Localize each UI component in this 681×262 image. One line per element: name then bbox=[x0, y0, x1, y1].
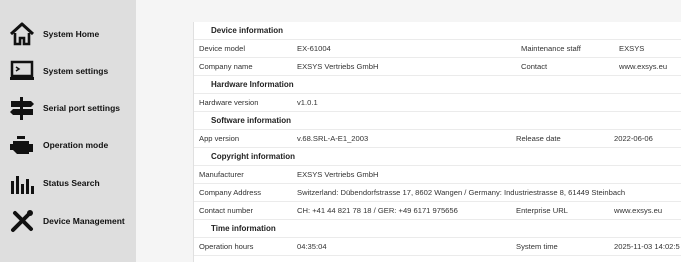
sidebar: System Home System settings Serial port … bbox=[0, 0, 136, 262]
section-title: Hardware Information bbox=[211, 80, 294, 89]
info-row: Device model EX-61004 Maintenance staff … bbox=[194, 40, 681, 58]
nav-label: System Home bbox=[43, 29, 100, 39]
software-info-section: Software information bbox=[194, 112, 681, 130]
enterprise-url-label: Enterprise URL bbox=[516, 206, 568, 215]
manufacturer-value: EXSYS Vertriebs GmbH bbox=[297, 170, 379, 179]
section-title: Software information bbox=[211, 116, 292, 125]
hardware-info-section: Hardware Information bbox=[194, 76, 681, 94]
nav-device-management[interactable]: Device Management bbox=[0, 202, 136, 240]
signpost-icon bbox=[6, 92, 38, 124]
operation-hours-value: 04:35:04 bbox=[297, 242, 327, 251]
nav-system-home[interactable]: System Home bbox=[0, 15, 136, 53]
company-address-label: Company Address bbox=[199, 188, 262, 197]
company-address-value: Switzerland: Dübendorfstrasse 17, 8602 W… bbox=[297, 188, 626, 197]
app-version-label: App version bbox=[199, 134, 240, 143]
info-row: Operation hours 04:35:04 System time 202… bbox=[194, 238, 681, 256]
contact-number-value: CH: +41 44 821 78 18 / GER: +49 6171 975… bbox=[297, 206, 458, 215]
device-model-value: EX-61004 bbox=[297, 44, 331, 53]
contact-number-label: Contact number bbox=[199, 206, 254, 215]
device-info-panel: Device information Device model EX-61004… bbox=[193, 22, 681, 262]
info-row: Company Address Switzerland: Dübendorfst… bbox=[194, 184, 681, 202]
section-title: Time information bbox=[211, 224, 276, 233]
nav-operation-mode[interactable]: Operation mode bbox=[0, 126, 136, 164]
nav-system-settings[interactable]: System settings bbox=[0, 52, 136, 90]
info-row: Hardware version v1.0.1 bbox=[194, 94, 681, 112]
release-date-value: 2022-06-06 bbox=[614, 134, 653, 143]
operation-hours-label: Operation hours bbox=[199, 242, 254, 251]
nav-serial-port-settings[interactable]: Serial port settings bbox=[0, 89, 136, 127]
nav-label: Operation mode bbox=[43, 140, 109, 150]
enterprise-url-value: www.exsys.eu bbox=[614, 206, 663, 215]
company-name-label: Company name bbox=[199, 62, 253, 71]
info-row: Manufacturer EXSYS Vertriebs GmbH bbox=[194, 166, 681, 184]
laptop-icon bbox=[6, 55, 38, 87]
time-info-section: Time information bbox=[194, 220, 681, 238]
device-model-label: Device model bbox=[199, 44, 246, 53]
company-name-value: EXSYS Vertriebs GmbH bbox=[297, 62, 379, 71]
tools-icon bbox=[6, 205, 38, 237]
contact-value: www.exsys.eu bbox=[619, 62, 668, 71]
system-time-value: 2025-11-03 14:02:5 bbox=[614, 242, 680, 251]
contact-label: Contact bbox=[521, 62, 548, 71]
nav-label: Device Management bbox=[43, 216, 125, 226]
nav-label: System settings bbox=[43, 66, 109, 76]
copyright-info-section: Copyright information bbox=[194, 148, 681, 166]
maintenance-staff-label: Maintenance staff bbox=[521, 44, 581, 53]
nav-label: Serial port settings bbox=[43, 103, 120, 113]
info-row: App version v.68.SRL-A-E1_2003 Release d… bbox=[194, 130, 681, 148]
hardware-version-value: v1.0.1 bbox=[297, 98, 318, 107]
hardware-version-label: Hardware version bbox=[199, 98, 259, 107]
engine-icon bbox=[6, 129, 38, 161]
manufacturer-label: Manufacturer bbox=[199, 170, 244, 179]
info-row: Company name EXSYS Vertriebs GmbH Contac… bbox=[194, 58, 681, 76]
bar-chart-icon bbox=[6, 167, 38, 199]
system-time-label: System time bbox=[516, 242, 558, 251]
section-title: Device information bbox=[211, 26, 284, 35]
info-row: Contact number CH: +41 44 821 78 18 / GE… bbox=[194, 202, 681, 220]
app-version-value: v.68.SRL-A-E1_2003 bbox=[297, 134, 369, 143]
device-info-section: Device information bbox=[194, 22, 681, 40]
maintenance-staff-value: EXSYS bbox=[619, 44, 645, 53]
release-date-label: Release date bbox=[516, 134, 561, 143]
nav-label: Status Search bbox=[43, 178, 100, 188]
section-title: Copyright information bbox=[211, 152, 295, 161]
nav-status-search[interactable]: Status Search bbox=[0, 164, 136, 202]
home-icon bbox=[6, 18, 38, 50]
